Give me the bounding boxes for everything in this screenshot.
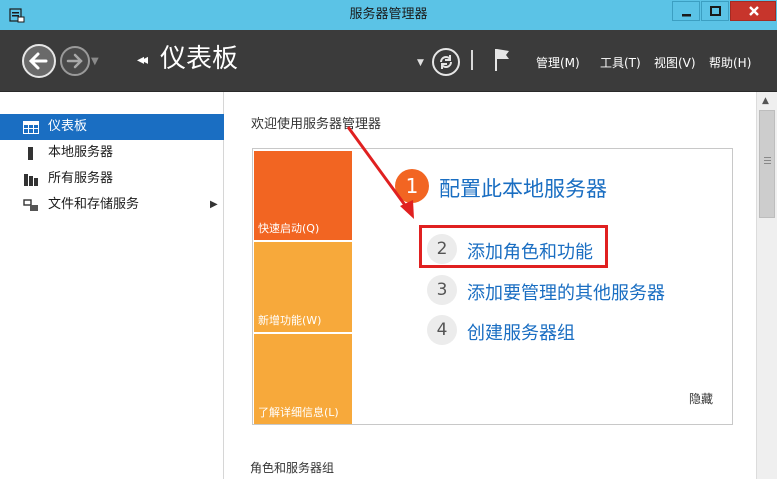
welcome-panel: 快速启动(Q) 新增功能(W) 了解详细信息(L) 1 配置此本地服务器 2 添…	[252, 148, 733, 425]
forward-button[interactable]	[60, 46, 90, 76]
main-content: 欢迎使用服务器管理器 快速启动(Q) 新增功能(W) 了解详细信息(L) 1 配…	[225, 92, 756, 479]
tile-label: 了解详细信息(L)	[258, 406, 339, 419]
menu-manage[interactable]: 管理(M)	[536, 54, 580, 71]
scrollbar-thumb[interactable]	[759, 110, 775, 218]
welcome-heading: 欢迎使用服务器管理器	[251, 117, 382, 132]
window-title: 服务器管理器	[349, 7, 428, 22]
refresh-dropdown-icon[interactable]: ▼	[417, 58, 424, 68]
sidebar-item-label: 文件和存储服务	[48, 197, 140, 212]
minimize-button[interactable]	[672, 1, 700, 21]
menu-help[interactable]: 帮助(H)	[709, 54, 751, 71]
close-button[interactable]	[730, 1, 776, 21]
header-bar: ▼ ◂◂ 仪表板 ▼ 管理(M) 工具(T) 视图(V) 帮助(H)	[0, 30, 777, 92]
back-button[interactable]	[22, 44, 56, 78]
menu-view[interactable]: 视图(V)	[654, 54, 696, 71]
refresh-icon	[440, 55, 452, 69]
step-number-1: 1	[395, 169, 429, 203]
step-create-server-group[interactable]: 创建服务器组	[467, 319, 575, 345]
header-separator	[471, 50, 473, 70]
step-number-3: 3	[427, 275, 457, 305]
sidebar-item-file-storage[interactable]: 文件和存储服务 ▶	[0, 192, 224, 218]
notifications-flag-icon[interactable]	[492, 47, 512, 73]
breadcrumb-arrows-icon: ◂◂	[137, 52, 148, 68]
scroll-up-arrow-icon[interactable]: ▲	[762, 96, 769, 106]
title-bar[interactable]: 服务器管理器	[0, 0, 777, 30]
maximize-icon	[710, 6, 721, 16]
sidebar-item-dashboard[interactable]: 仪表板	[0, 114, 224, 140]
sidebar-item-all-servers[interactable]: 所有服务器	[0, 166, 224, 192]
sidebar-item-label: 所有服务器	[48, 171, 114, 186]
vertical-scrollbar[interactable]: ▲	[756, 92, 777, 479]
arrow-right-icon	[66, 53, 83, 69]
refresh-button[interactable]	[432, 48, 460, 76]
close-icon	[749, 6, 759, 16]
expand-arrow-icon[interactable]: ▶	[210, 192, 218, 218]
sidebar: 仪表板 本地服务器 所有服务器 文件和存储服务 ▶	[0, 92, 224, 479]
tile-whats-new[interactable]: 新增功能(W)	[254, 242, 352, 332]
storage-icon	[23, 199, 38, 211]
step-configure-local-server[interactable]: 配置此本地服务器	[439, 173, 607, 203]
tile-label: 快速启动(Q)	[258, 222, 320, 235]
tile-label: 新增功能(W)	[258, 314, 322, 327]
sidebar-item-label: 本地服务器	[48, 145, 114, 160]
server-manager-window: 服务器管理器 ▼ ◂◂ 仪表板 ▼ 管理(M) 工具(T) 视图(V) 帮助(H…	[0, 0, 777, 479]
dashboard-icon	[23, 121, 39, 134]
arrow-left-icon	[28, 52, 48, 70]
hide-link[interactable]: 隐藏	[689, 390, 713, 407]
server-icon	[28, 147, 33, 160]
page-title: 仪表板	[160, 44, 239, 74]
tile-quick-start[interactable]: 快速启动(Q)	[254, 151, 352, 240]
minimize-icon	[682, 14, 691, 17]
sidebar-item-label: 仪表板	[48, 119, 88, 134]
servers-icon	[24, 174, 38, 186]
maximize-button[interactable]	[701, 1, 729, 21]
step-number-4: 4	[427, 315, 457, 345]
highlight-box	[419, 225, 608, 268]
menu-tools[interactable]: 工具(T)	[600, 54, 641, 71]
tile-learn-more[interactable]: 了解详细信息(L)	[254, 334, 352, 424]
roles-server-groups-heading: 角色和服务器组	[250, 461, 335, 475]
step-add-other-servers[interactable]: 添加要管理的其他服务器	[467, 279, 665, 305]
history-dropdown-icon[interactable]: ▼	[91, 56, 99, 67]
sidebar-item-local-server[interactable]: 本地服务器	[0, 140, 224, 166]
